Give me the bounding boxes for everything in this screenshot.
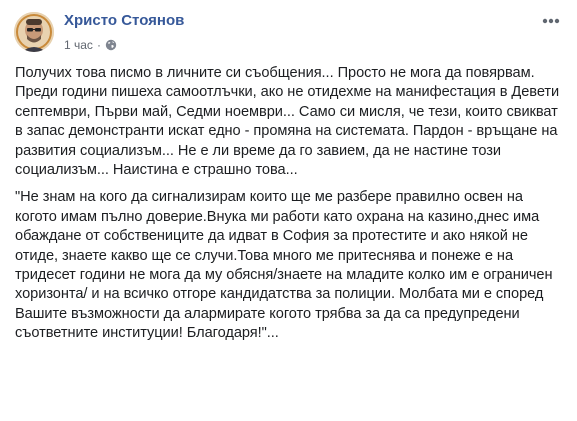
globe-icon[interactable]	[105, 39, 117, 51]
meta-separator: ·	[96, 38, 101, 52]
post-timestamp[interactable]: 1 час	[64, 38, 93, 52]
post-header: Христо Стоянов 1 час ·	[14, 10, 565, 56]
more-options-icon[interactable]	[539, 14, 563, 28]
facebook-post: Христо Стоянов 1 час · Получих това писм…	[0, 0, 577, 421]
avatar-image	[14, 12, 54, 52]
post-paragraph: "Не знам на кого да сигнализирам които щ…	[15, 189, 553, 342]
author-avatar[interactable]	[14, 12, 54, 52]
post-body: Получих това писмо в личните си съобщени…	[15, 64, 563, 344]
post-meta: 1 час ·	[64, 38, 117, 52]
author-name-link[interactable]: Христо Стоянов	[64, 12, 184, 29]
post-paragraph: Получих това писмо в личните си съобщени…	[15, 65, 560, 179]
